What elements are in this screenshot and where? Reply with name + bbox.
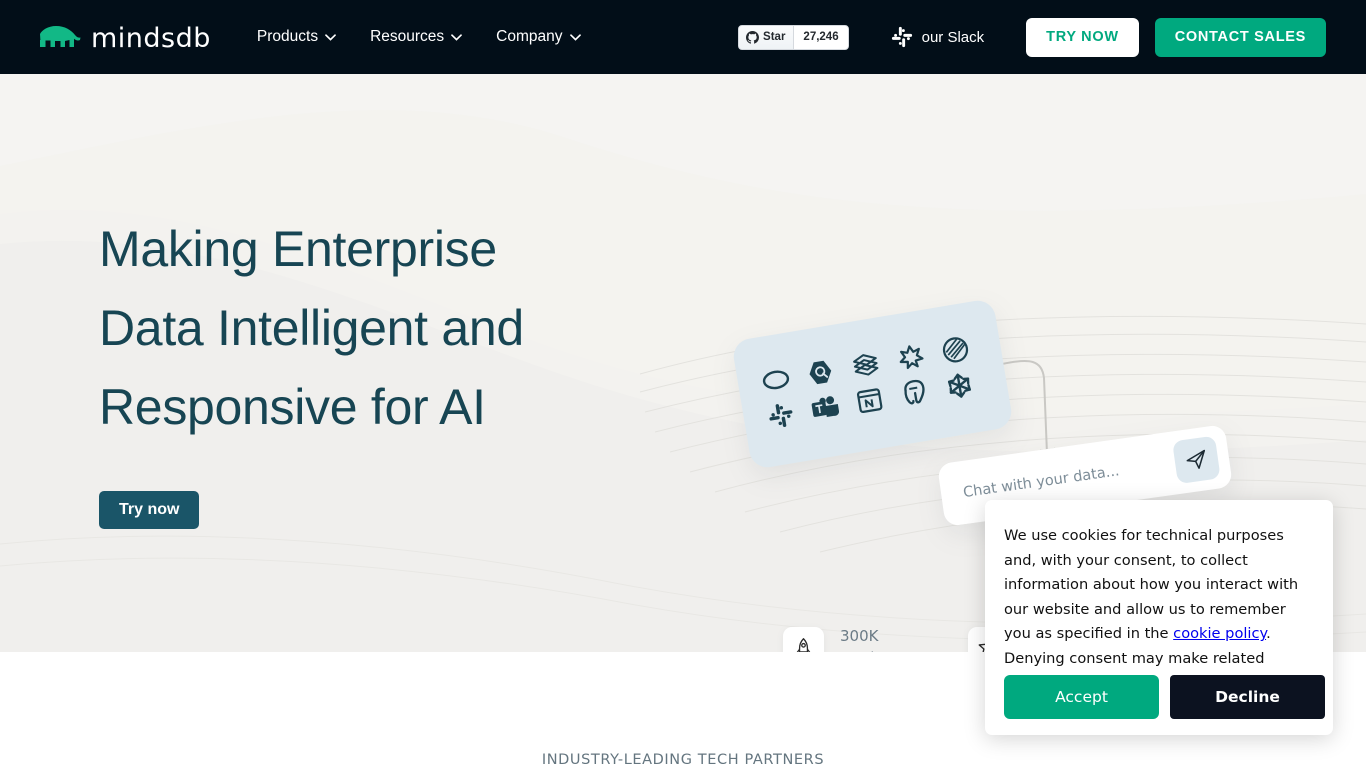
nav-item-label: Products [256, 28, 319, 45]
hero-title-line-1: Making Enterprise [99, 221, 497, 277]
stat-text: 300K Deployments [840, 625, 940, 652]
chevron-down-icon [325, 33, 336, 41]
site-header: mindsdb Products Resources Company Star … [0, 0, 1366, 74]
cookie-actions: Accept Decline [1004, 675, 1325, 719]
nav-item-label: Resources [370, 28, 445, 45]
github-star-button[interactable]: Star 27,246 [738, 24, 849, 50]
decline-button[interactable]: Decline [1170, 675, 1325, 719]
hexagon-icon [809, 360, 832, 385]
cookie-consent-banner: We use cookies for technical purposes an… [985, 500, 1333, 735]
snowflake-icon [947, 373, 971, 398]
jira-icon [899, 345, 924, 370]
chat-input-placeholder: Chat with your data... [962, 462, 1121, 501]
contact-sales-button[interactable]: CONTACT SALES [1154, 17, 1326, 57]
stat-deployments: 300K Deployments [783, 625, 940, 652]
nav-item-company[interactable]: Company [496, 28, 581, 46]
partners-title: INDUSTRY-LEADING TECH PARTNERS [541, 752, 825, 768]
github-star-label-group[interactable]: Star [739, 25, 795, 49]
postgresql-icon [904, 379, 925, 405]
rocket-icon-wrapper [783, 626, 824, 652]
page-title: Making Enterprise Data Intelligent and R… [99, 210, 719, 447]
nav-item-resources[interactable]: Resources [370, 28, 463, 46]
send-icon [1186, 449, 1206, 469]
hero-try-now-button[interactable]: Try now [99, 491, 200, 529]
slack-icon [891, 26, 912, 48]
try-now-button[interactable]: TRY NOW [1026, 17, 1139, 57]
slack-label: our Slack [921, 28, 985, 46]
confluence-icon [853, 354, 879, 376]
cookie-policy-link[interactable]: cookie policy [1173, 625, 1266, 642]
rocket-icon [796, 637, 811, 652]
mongodb-icon [762, 370, 790, 390]
accept-button[interactable]: Accept [1004, 675, 1159, 719]
main-nav: Products Resources Company [257, 28, 581, 46]
hero-copy: Making Enterprise Data Intelligent and R… [99, 210, 719, 529]
notion-icon [856, 388, 883, 414]
nav-item-label: Company [496, 28, 563, 45]
github-star-count[interactable]: 27,246 [794, 25, 848, 49]
slack-icon [769, 404, 793, 427]
nav-item-products[interactable]: Products [257, 28, 336, 46]
github-star-label: Star [763, 31, 786, 43]
github-icon [746, 30, 760, 44]
chevron-down-icon [451, 33, 463, 41]
logo-text: mindsdb [91, 22, 211, 54]
stat-label: Deployments [840, 647, 940, 652]
logo[interactable]: mindsdb [38, 22, 211, 54]
hero-title-line-2: Data Intelligent and [99, 300, 524, 356]
stat-value: 300K [840, 627, 879, 645]
mindsdb-elephant-icon [40, 26, 81, 47]
slack-link[interactable]: our Slack [891, 26, 985, 48]
microsoft-teams-icon [811, 396, 840, 417]
send-button[interactable] [1172, 435, 1221, 485]
integrations-card [731, 298, 1014, 470]
oracle-icon [942, 337, 969, 363]
hero-title-line-3: Responsive for AI [99, 379, 486, 435]
header-actions: Star 27,246 our Slack TRY NOW CONTACT SA… [738, 17, 1326, 57]
chevron-down-icon [569, 33, 581, 41]
cookie-text: We use cookies for technical purposes an… [1004, 524, 1314, 696]
